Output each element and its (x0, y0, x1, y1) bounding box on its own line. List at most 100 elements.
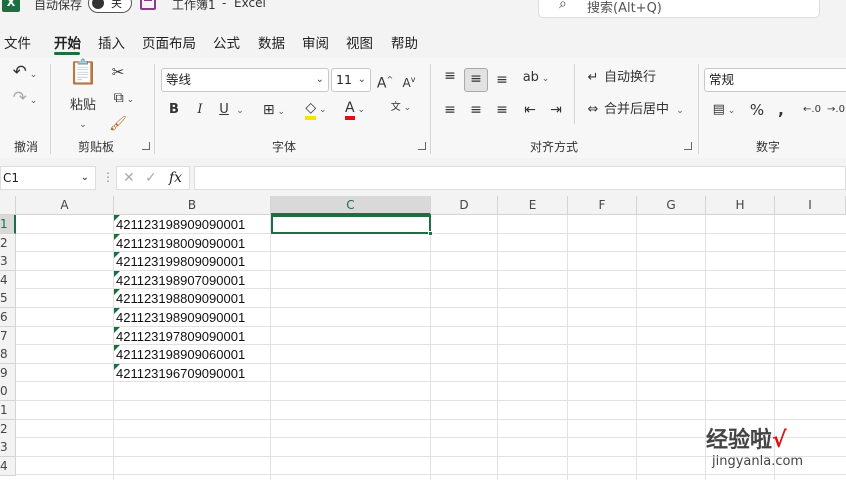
cell-b8[interactable]: 421123198909060001 (116, 345, 245, 364)
increase-indent-icon[interactable]: ⇥ (546, 100, 566, 120)
wrap-text-button[interactable]: 自动换行 (604, 68, 664, 88)
cell-b4[interactable]: 421123198907090001 (116, 271, 245, 290)
row-header[interactable]: 8 (0, 345, 16, 365)
undo-group-label: 撤消 (14, 140, 39, 154)
align-top-icon[interactable]: ≡ (440, 66, 460, 86)
align-left-icon[interactable]: ≡ (440, 100, 460, 120)
percent-icon[interactable]: % (748, 100, 766, 120)
paste-label[interactable]: 粘贴 (68, 96, 98, 116)
formula-input[interactable] (194, 166, 846, 190)
font-launcher-icon[interactable] (418, 142, 426, 150)
borders-icon[interactable]: ⊞ ⌄ (258, 100, 290, 122)
row-header[interactable]: 7 (0, 326, 16, 346)
fill-handle[interactable] (428, 231, 433, 236)
cell-b5[interactable]: 421123198809090001 (116, 289, 245, 308)
tab-view[interactable]: 视图 (346, 32, 373, 52)
row-header[interactable]: 4 (0, 270, 16, 290)
cell-b9[interactable]: 421123196709090001 (116, 364, 245, 383)
chevron-down-icon: ⌄ (315, 74, 324, 85)
row-header[interactable]: 4 (0, 456, 16, 476)
align-middle-icon[interactable]: ≡ (464, 68, 488, 92)
increase-decimal-icon[interactable]: ←.0 (802, 100, 822, 120)
underline-dropdown-icon[interactable]: ⌄ (234, 100, 246, 121)
row-header[interactable]: 0 (0, 382, 16, 402)
phonetic-guide-icon[interactable]: 文 ⌄ (384, 98, 418, 118)
decrease-decimal-icon[interactable]: →.0 (826, 100, 846, 120)
fill-color-icon[interactable]: ◇ ⌄ (300, 98, 332, 120)
cell-b7[interactable]: 421123197809090001 (116, 327, 245, 346)
column-header[interactable]: G (637, 196, 706, 215)
tab-file[interactable]: 文件 (4, 32, 31, 52)
number-format-dropdown[interactable]: 常规 (704, 68, 846, 92)
row-header[interactable]: 1 (0, 401, 16, 420)
column-header[interactable]: F (568, 196, 637, 215)
save-icon[interactable] (140, 0, 156, 10)
decrease-font-icon[interactable]: Av (400, 70, 418, 93)
insert-function-button[interactable]: fx (169, 167, 182, 189)
font-size-value: 11 (336, 72, 352, 87)
paste-icon[interactable]: 📋 (66, 60, 100, 92)
cell-b3[interactable]: 421123199809090001 (116, 252, 245, 271)
comma-style-icon[interactable]: , (774, 100, 788, 120)
font-size-dropdown[interactable]: 11 ⌄ (331, 68, 371, 92)
redo-button[interactable]: ↷ ⌄ (8, 88, 42, 111)
italic-button[interactable]: I (192, 100, 208, 120)
search-placeholder: 搜索(Alt+Q) (587, 1, 662, 16)
row-header[interactable]: 5 (0, 289, 16, 309)
merge-center-button[interactable]: 合并后居中 (604, 100, 674, 120)
more-options-icon[interactable]: ⋮ (102, 170, 114, 184)
column-header[interactable]: B (114, 196, 271, 215)
tab-help[interactable]: 帮助 (391, 32, 418, 52)
app-name: Excel (234, 0, 266, 10)
column-header[interactable]: A (16, 196, 114, 215)
tab-home[interactable]: 开始 (54, 32, 81, 52)
align-center-icon[interactable]: ≡ (466, 100, 486, 120)
font-name-dropdown[interactable]: 等线 ⌄ (161, 68, 329, 92)
column-header[interactable]: H (706, 196, 775, 215)
column-header-selected[interactable]: C (271, 196, 431, 215)
cell-b2[interactable]: 421123198009090001 (116, 234, 245, 253)
align-bottom-icon[interactable]: ≡ (492, 70, 512, 90)
undo-button[interactable]: ↶ ⌄ (8, 62, 42, 85)
decrease-indent-icon[interactable]: ⇤ (520, 100, 540, 120)
orientation-icon[interactable]: ab ⌄ (520, 68, 552, 89)
underline-button[interactable]: U (216, 100, 232, 120)
clipboard-launcher-icon[interactable] (142, 142, 150, 150)
paste-dropdown-icon[interactable]: ⌄ (76, 114, 90, 135)
row-header[interactable]: 3 (0, 252, 16, 272)
align-right-icon[interactable]: ≡ (492, 100, 512, 120)
cell-b1[interactable]: 421123198909090001 (116, 215, 245, 234)
column-header[interactable]: D (431, 196, 498, 215)
tab-data[interactable]: 数据 (258, 32, 285, 52)
copy-icon[interactable]: ⧉ ⌄ (108, 88, 140, 110)
cancel-icon[interactable]: ✕ (123, 167, 135, 189)
row-header[interactable]: 2 (0, 419, 16, 439)
row-header[interactable]: 1 (0, 215, 16, 234)
autosave-toggle[interactable]: 关 (88, 0, 132, 13)
select-all-corner[interactable] (0, 196, 16, 215)
row-header[interactable]: 3 (0, 438, 16, 458)
active-cell-c1[interactable] (271, 215, 433, 236)
accounting-format-icon[interactable]: ▤ ⌄ (706, 100, 742, 121)
search-box[interactable]: ⌕ 搜索(Alt+Q) (538, 0, 820, 18)
column-header[interactable]: E (498, 196, 568, 215)
tab-page-layout[interactable]: 页面布局 (142, 32, 196, 52)
increase-font-icon[interactable]: A^ (376, 70, 394, 94)
font-color-icon[interactable]: A ⌄ (340, 98, 370, 120)
bold-button[interactable]: B (166, 100, 182, 120)
name-box[interactable]: C1 ⌄ (0, 166, 96, 190)
tab-insert[interactable]: 插入 (98, 32, 125, 52)
merge-dropdown-icon[interactable]: ⌄ (674, 100, 686, 121)
cell-b6[interactable]: 421123198909090001 (116, 308, 245, 327)
column-header[interactable]: I (775, 196, 846, 215)
row-header[interactable]: 6 (0, 308, 16, 327)
format-painter-icon[interactable]: 🖌 (108, 114, 128, 134)
cut-icon[interactable]: ✂ (108, 62, 128, 82)
tab-formulas[interactable]: 公式 (213, 32, 240, 52)
enter-icon[interactable]: ✓ (145, 167, 157, 189)
row-header[interactable]: 9 (0, 363, 16, 383)
row-header[interactable]: 2 (0, 233, 16, 253)
tab-review[interactable]: 审阅 (302, 32, 329, 52)
autosave-label: 自动保存 (34, 0, 83, 12)
alignment-launcher-icon[interactable] (684, 142, 692, 150)
